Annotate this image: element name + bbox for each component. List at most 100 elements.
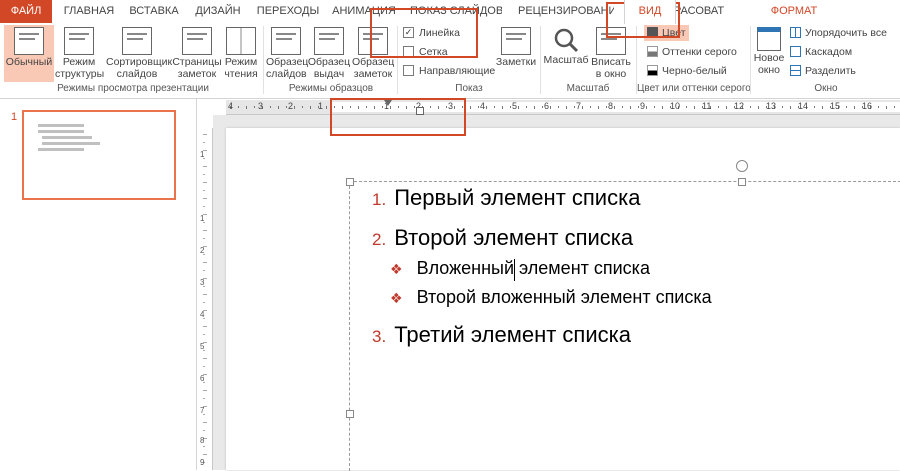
magnifier-icon bbox=[552, 27, 580, 53]
zoom-button[interactable]: Масштаб bbox=[543, 25, 589, 66]
notes-button[interactable]: Заметки bbox=[494, 25, 538, 68]
ruler-tick bbox=[203, 238, 205, 239]
ruler-tick bbox=[638, 106, 639, 108]
tab-draw[interactable]: РАСОВАТ bbox=[672, 0, 726, 23]
reading-view-label2: чтения bbox=[224, 68, 258, 80]
cascade-icon bbox=[790, 45, 801, 57]
new-window-icon bbox=[757, 27, 781, 51]
nested-list-item[interactable]: ❖ Вложенный элемент списка bbox=[390, 258, 650, 279]
new-window-label: Новое bbox=[753, 52, 785, 64]
ruler-tick bbox=[302, 106, 303, 108]
notes-page-label2: заметок bbox=[177, 68, 217, 80]
ruler-number: 12 bbox=[734, 101, 745, 111]
reading-view-button[interactable]: Режим чтения bbox=[222, 25, 260, 80]
ruler-tick bbox=[558, 106, 559, 108]
tab-review[interactable]: РЕЦЕНЗИРОВАНИЕ bbox=[518, 0, 614, 23]
ruler-tick bbox=[878, 106, 879, 108]
outline-view-button[interactable]: Режим структуры bbox=[55, 25, 105, 80]
ruler-number: 4 bbox=[228, 101, 234, 111]
ruler-tick bbox=[203, 190, 205, 191]
ruler-number: 5 bbox=[512, 101, 518, 111]
slide-sorter-icon bbox=[122, 27, 152, 55]
rotate-handle-icon[interactable] bbox=[736, 160, 748, 172]
guides-label: Направляющие bbox=[419, 65, 496, 77]
slide-master-label: Образец bbox=[266, 56, 309, 68]
slide-master-button[interactable]: Образец слайдов bbox=[266, 25, 309, 80]
slide-thumbnail[interactable] bbox=[22, 110, 176, 200]
ruler-tick bbox=[494, 106, 495, 108]
ruler-tick bbox=[203, 430, 205, 431]
list-item[interactable]: 1. Первый элемент списка bbox=[372, 185, 640, 211]
grayscale-label: Оттенки серого bbox=[662, 46, 737, 58]
fit-window-label: Вписать bbox=[591, 56, 631, 68]
ruler-number: 8 bbox=[200, 436, 205, 445]
ruler-tick bbox=[326, 106, 327, 109]
normal-view-button[interactable]: Обычный bbox=[4, 25, 54, 82]
group-label-master-views: Режимы образцов bbox=[288, 83, 374, 94]
nested-list-item[interactable]: ❖ Второй вложенный элемент списка bbox=[390, 287, 712, 308]
ruler-tick bbox=[606, 106, 607, 108]
ruler-tick bbox=[534, 106, 535, 109]
ruler-tick bbox=[598, 106, 599, 109]
grayscale-swatch-icon bbox=[647, 45, 658, 57]
vertical-ruler[interactable]: 1 1 2 3 4 5 6 7 8 9 bbox=[198, 128, 213, 470]
ruler-tick bbox=[203, 390, 207, 391]
group-label-presentation-views: Режимы просмотра презентации bbox=[57, 83, 209, 94]
tab-format[interactable]: ФОРМАТ bbox=[764, 0, 824, 23]
group-divider bbox=[540, 26, 541, 94]
horizontal-ruler[interactable]: 4 3 2 1 1 2 3 4 5 6 7 8 9 10 11 12 13 14… bbox=[226, 100, 900, 115]
outline-view-label: Режим bbox=[62, 56, 96, 68]
checkbox-icon bbox=[403, 64, 414, 76]
list-item[interactable]: 3. Третий элемент списка bbox=[372, 322, 631, 348]
tab-insert[interactable]: ВСТАВКА bbox=[124, 0, 184, 23]
ruler-tick bbox=[662, 106, 663, 109]
handout-master-button[interactable]: Образец выдач bbox=[307, 25, 351, 80]
ruler-tick bbox=[203, 174, 205, 175]
ruler-tick bbox=[270, 106, 271, 108]
ruler-tick bbox=[203, 198, 207, 199]
ruler-number: 11 bbox=[702, 101, 712, 111]
ruler-number: 4 bbox=[480, 101, 486, 111]
outline-view-label2: структуры bbox=[55, 68, 105, 80]
slide-master-label2: слайдов bbox=[266, 68, 307, 80]
tab-home[interactable]: ГЛАВНАЯ bbox=[58, 0, 120, 23]
slide-master-icon bbox=[271, 27, 301, 55]
ruler-tick bbox=[203, 166, 207, 167]
slide-sorter-button[interactable]: Сортировщик слайдов bbox=[106, 25, 172, 80]
arrange-all-button[interactable]: Упорядочить все bbox=[790, 25, 887, 41]
normal-view-label: Обычный bbox=[5, 56, 53, 68]
notes-page-button[interactable]: Страницы заметок bbox=[172, 25, 222, 80]
resize-handle[interactable] bbox=[346, 178, 354, 186]
tab-transitions[interactable]: ПЕРЕХОДЫ bbox=[254, 0, 322, 23]
ruler-number: 3 bbox=[200, 278, 205, 287]
resize-handle[interactable] bbox=[738, 178, 746, 186]
ruler-tick bbox=[686, 106, 687, 108]
ruler-tick bbox=[518, 106, 519, 109]
ruler-tick bbox=[203, 446, 205, 447]
ruler-number: 6 bbox=[200, 374, 205, 383]
ruler-tick bbox=[203, 230, 207, 231]
grayscale-button[interactable]: Оттенки серого bbox=[647, 44, 737, 60]
tab-file[interactable]: ФАЙЛ bbox=[0, 0, 52, 23]
tab-view[interactable]: ВИД bbox=[624, 0, 676, 24]
list-item[interactable]: 2. Второй элемент списка bbox=[372, 225, 633, 251]
ruler-tick bbox=[203, 334, 205, 335]
ruler-tick bbox=[854, 106, 855, 109]
resize-handle[interactable] bbox=[346, 410, 354, 418]
guides-checkbox[interactable]: Направляющие bbox=[403, 63, 495, 79]
group-divider bbox=[263, 26, 264, 94]
tab-design[interactable]: ДИЗАЙН bbox=[190, 0, 246, 23]
ruler-tick bbox=[203, 302, 205, 303]
new-window-button[interactable]: Новое окно bbox=[752, 25, 786, 76]
split-button[interactable]: Разделить bbox=[790, 63, 856, 79]
split-label: Разделить bbox=[805, 65, 856, 77]
cascade-button[interactable]: Каскадом bbox=[790, 44, 852, 60]
ruler-tick bbox=[790, 106, 791, 109]
ruler-tick bbox=[814, 106, 815, 108]
ruler-tick bbox=[478, 106, 479, 108]
black-white-button[interactable]: Черно-белый bbox=[647, 63, 727, 79]
ruler-number: 13 bbox=[766, 101, 777, 111]
outline-view-icon bbox=[64, 27, 94, 55]
ruler-tick bbox=[614, 106, 615, 109]
ruler-tick bbox=[566, 106, 567, 109]
